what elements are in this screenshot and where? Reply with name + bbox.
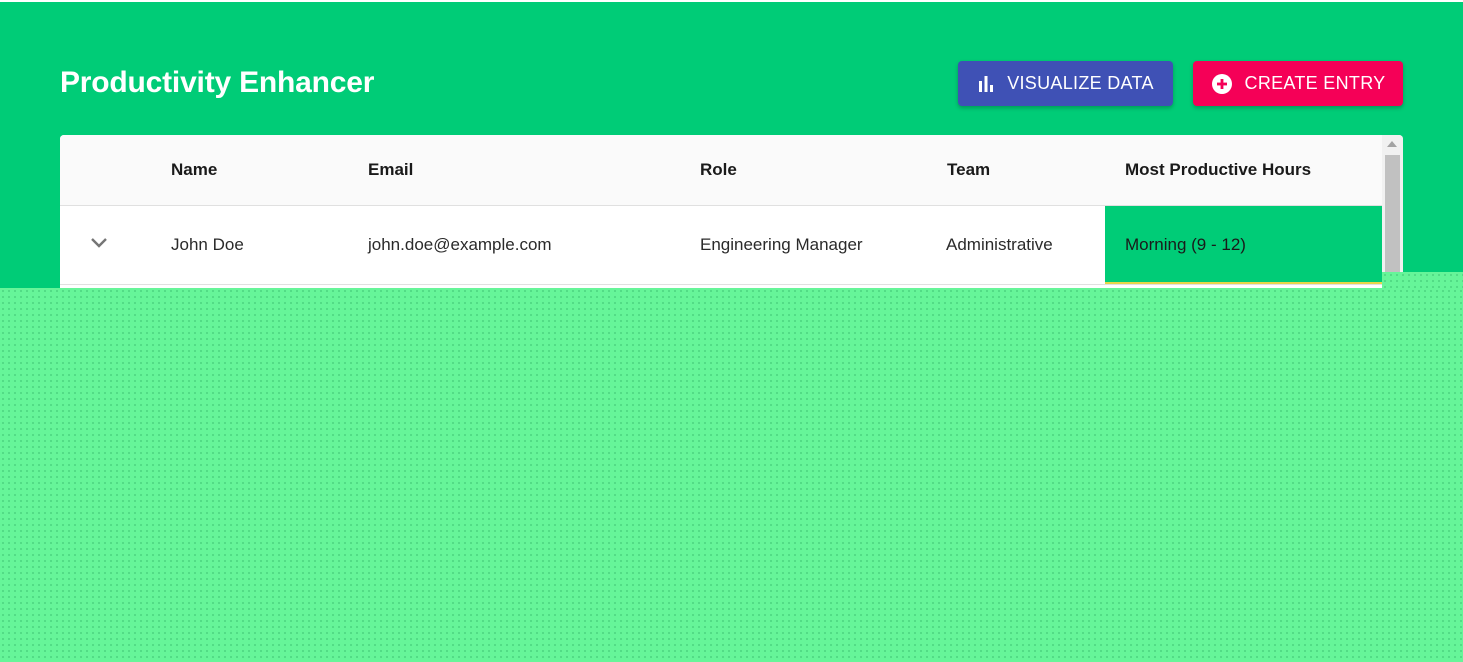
hours-cell-edge: [1105, 282, 1382, 284]
cell-team: Administrative: [946, 235, 1053, 254]
scroll-up-arrow-icon[interactable]: [1387, 141, 1397, 147]
row-expand-button[interactable]: [84, 230, 114, 260]
cell-email: john.doe@example.com: [368, 235, 552, 254]
cell-name: John Doe: [171, 235, 244, 254]
bar-chart-icon: [977, 75, 995, 93]
cell-most-productive-hours: Morning (9 - 12): [1105, 206, 1382, 283]
cell-role: Engineering Manager: [700, 235, 863, 254]
visualize-data-label: VISUALIZE DATA: [1007, 73, 1154, 93]
page-title: Productivity Enhancer: [60, 66, 375, 99]
add-circle-icon: [1211, 73, 1233, 95]
visualize-data-button[interactable]: VISUALIZE DATA: [958, 61, 1173, 106]
table-header: Name Email Role Team Most Productive Hou…: [60, 135, 1382, 206]
column-header-most-productive-hours[interactable]: Most Productive Hours: [1125, 135, 1311, 205]
overlay-region-edge: [1382, 272, 1463, 288]
table-row: John Doe john.doe@example.com Engineerin…: [60, 206, 1382, 285]
column-header-email[interactable]: Email: [368, 135, 413, 205]
top-edge: [0, 0, 1463, 2]
column-header-team[interactable]: Team: [947, 135, 990, 205]
column-header-name[interactable]: Name: [171, 135, 217, 205]
column-header-role[interactable]: Role: [700, 135, 737, 205]
table-scrollbar[interactable]: [1382, 135, 1403, 295]
create-entry-button[interactable]: CREATE ENTRY: [1193, 61, 1403, 106]
create-entry-label: CREATE ENTRY: [1244, 73, 1386, 93]
overlay-region: [0, 288, 1463, 662]
chevron-down-icon: [90, 236, 108, 254]
entries-table: Name Email Role Team Most Productive Hou…: [60, 135, 1403, 295]
